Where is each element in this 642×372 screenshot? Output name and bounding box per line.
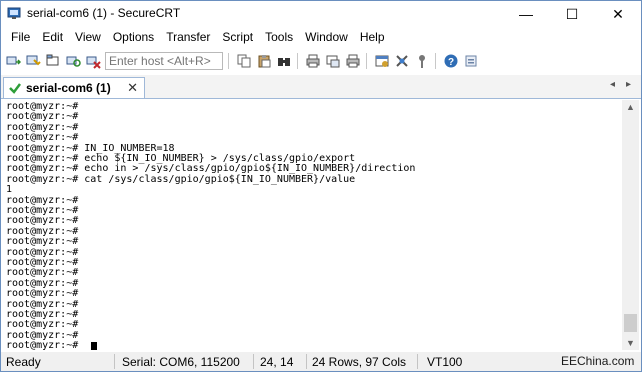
status-ready: Ready xyxy=(6,355,41,369)
status-divider xyxy=(253,354,254,369)
quick-connect-input[interactable] xyxy=(105,52,223,70)
toolbar: ? xyxy=(1,49,641,73)
toolbar-divider xyxy=(228,53,229,69)
scroll-thumb[interactable] xyxy=(624,314,637,332)
terminal-line: root@myzr:~# cat /sys/class/gpio/gpio${I… xyxy=(6,173,356,185)
scroll-up-icon[interactable]: ▲ xyxy=(622,100,639,114)
menu-help[interactable]: Help xyxy=(354,27,391,47)
securecrt-window: serial-com6 (1) - SecureCRT — ☐ ✕ File E… xyxy=(0,0,642,372)
reconnect-icon[interactable] xyxy=(65,53,81,69)
find-icon[interactable] xyxy=(276,53,292,69)
menu-transfer[interactable]: Transfer xyxy=(160,27,216,47)
toolbar-divider xyxy=(297,53,298,69)
maximize-button[interactable]: ☐ xyxy=(549,1,595,27)
print-setup-icon[interactable] xyxy=(325,53,341,69)
status-cursor-position: 24, 14 xyxy=(260,355,294,369)
menu-tools[interactable]: Tools xyxy=(259,27,299,47)
menu-bar: File Edit View Options Transfer Script T… xyxy=(1,27,641,47)
tab-label: serial-com6 (1) xyxy=(26,81,111,95)
status-divider xyxy=(114,354,115,369)
terminal-output[interactable]: root@myzr:~# root@myzr:~# root@myzr:~# root… xyxy=(3,100,621,350)
tab-next-icon[interactable]: ▸ xyxy=(626,79,631,90)
quick-connect-icon[interactable] xyxy=(25,53,41,69)
session-options-icon[interactable] xyxy=(374,53,390,69)
tab-prev-icon[interactable]: ◂ xyxy=(610,79,615,90)
sftp-icon[interactable] xyxy=(414,53,430,69)
about-icon[interactable] xyxy=(463,53,479,69)
terminal-cursor xyxy=(91,342,97,350)
connect-icon[interactable] xyxy=(5,53,21,69)
menu-edit[interactable]: Edit xyxy=(36,27,69,47)
terminal-line: root@myzr:~# xyxy=(6,340,79,350)
session-tab-bar: serial-com6 (1) ✕ ◂ ▸ xyxy=(1,75,641,99)
status-terminal-size: 24 Rows, 97 Cols xyxy=(312,355,407,369)
menu-window[interactable]: Window xyxy=(299,27,354,47)
copy-icon[interactable] xyxy=(236,53,252,69)
menu-script[interactable]: Script xyxy=(216,27,259,47)
print-icon[interactable] xyxy=(305,53,321,69)
toolbar-divider xyxy=(435,53,436,69)
status-serial-port: Serial: COM6, 115200 xyxy=(122,355,240,369)
status-bar: Ready Serial: COM6, 115200 24, 14 24 Row… xyxy=(1,352,641,371)
menu-file[interactable]: File xyxy=(1,27,36,47)
status-emulation: VT100 xyxy=(427,355,463,369)
status-divider xyxy=(306,354,307,369)
connect-tab-icon[interactable] xyxy=(45,53,61,69)
tab-serial-com6[interactable]: serial-com6 (1) ✕ xyxy=(3,77,145,98)
svg-text:?: ? xyxy=(448,57,454,68)
eechina-watermark: EEChina.com xyxy=(561,354,635,368)
securecrt-app-icon xyxy=(7,6,21,20)
status-divider xyxy=(417,354,418,369)
scroll-down-icon[interactable]: ▼ xyxy=(622,336,639,350)
menu-options[interactable]: Options xyxy=(107,27,160,47)
disconnect-icon[interactable] xyxy=(85,53,101,69)
minimize-button[interactable]: — xyxy=(503,1,549,27)
print-preview-icon[interactable] xyxy=(345,53,361,69)
keymap-icon[interactable] xyxy=(394,53,410,69)
menu-view[interactable]: View xyxy=(69,27,107,47)
help-icon[interactable]: ? xyxy=(443,53,459,69)
paste-icon[interactable] xyxy=(256,53,272,69)
tab-close-icon[interactable]: ✕ xyxy=(127,80,138,96)
title-bar[interactable]: serial-com6 (1) - SecureCRT — ☐ ✕ xyxy=(1,1,641,27)
close-button[interactable]: ✕ xyxy=(595,1,641,27)
window-title: serial-com6 (1) - SecureCRT xyxy=(27,6,181,20)
connected-check-icon xyxy=(8,81,22,95)
toolbar-divider xyxy=(366,53,367,69)
terminal-scrollbar[interactable]: ▲ ▼ xyxy=(622,100,639,350)
